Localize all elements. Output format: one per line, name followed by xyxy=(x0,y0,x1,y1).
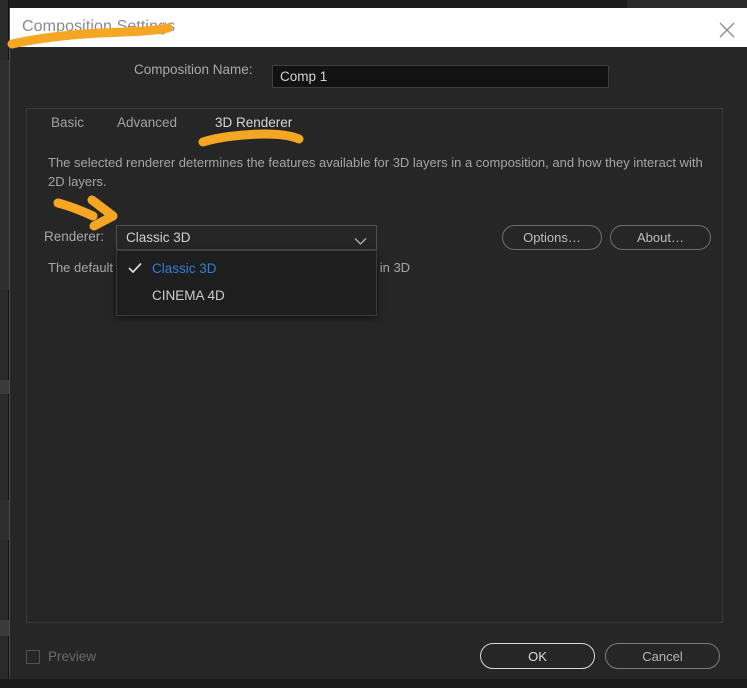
tab-3d-renderer[interactable]: 3D Renderer xyxy=(215,115,293,136)
dialog-title: Composition Settings xyxy=(22,18,176,35)
renderer-label: Renderer: xyxy=(44,229,105,244)
ok-button[interactable]: OK xyxy=(480,643,595,669)
settings-panel: Basic Advanced 3D Renderer The selected … xyxy=(26,108,723,623)
chevron-down-icon xyxy=(354,233,367,251)
tab-basic[interactable]: Basic xyxy=(51,115,84,136)
dropdown-option-cinema-4d[interactable]: CINEMA 4D xyxy=(117,282,376,309)
close-icon[interactable] xyxy=(716,19,738,41)
renderer-dropdown-menu[interactable]: Classic 3D CINEMA 4D xyxy=(116,250,377,316)
preview-checkbox[interactable] xyxy=(26,649,40,664)
composition-name-label: Composition Name: xyxy=(134,61,253,77)
tab-strip: Basic Advanced 3D Renderer xyxy=(27,115,724,145)
tab-advanced[interactable]: Advanced xyxy=(117,115,177,136)
dialog-body: Composition Name: Basic Advanced 3D Rend… xyxy=(10,47,747,679)
preview-checkbox-row[interactable]: Preview xyxy=(26,649,96,664)
check-icon xyxy=(128,262,142,277)
backdrop-top-right-panel xyxy=(627,0,747,8)
dialog-footer: Preview OK Cancel xyxy=(10,643,747,679)
dropdown-option-label: CINEMA 4D xyxy=(152,288,225,303)
renderer-description: The selected renderer determines the fea… xyxy=(48,155,703,189)
renderer-select[interactable]: Classic 3D xyxy=(116,225,377,250)
renderer-select-value: Classic 3D xyxy=(126,230,191,245)
backdrop-left-panel-strip xyxy=(0,0,9,688)
dropdown-option-label: Classic 3D xyxy=(152,261,217,276)
composition-settings-dialog: Composition Settings Composition Name: B… xyxy=(9,8,747,679)
backdrop-bottom-strip xyxy=(0,679,747,688)
options-button[interactable]: Options… xyxy=(502,225,602,250)
preview-label: Preview xyxy=(48,649,97,664)
dialog-titlebar: Composition Settings xyxy=(10,8,747,47)
about-button[interactable]: About… xyxy=(610,225,711,250)
dropdown-option-classic-3d[interactable]: Classic 3D xyxy=(117,255,376,282)
composition-name-input[interactable] xyxy=(272,65,609,88)
cancel-button[interactable]: Cancel xyxy=(605,643,720,669)
